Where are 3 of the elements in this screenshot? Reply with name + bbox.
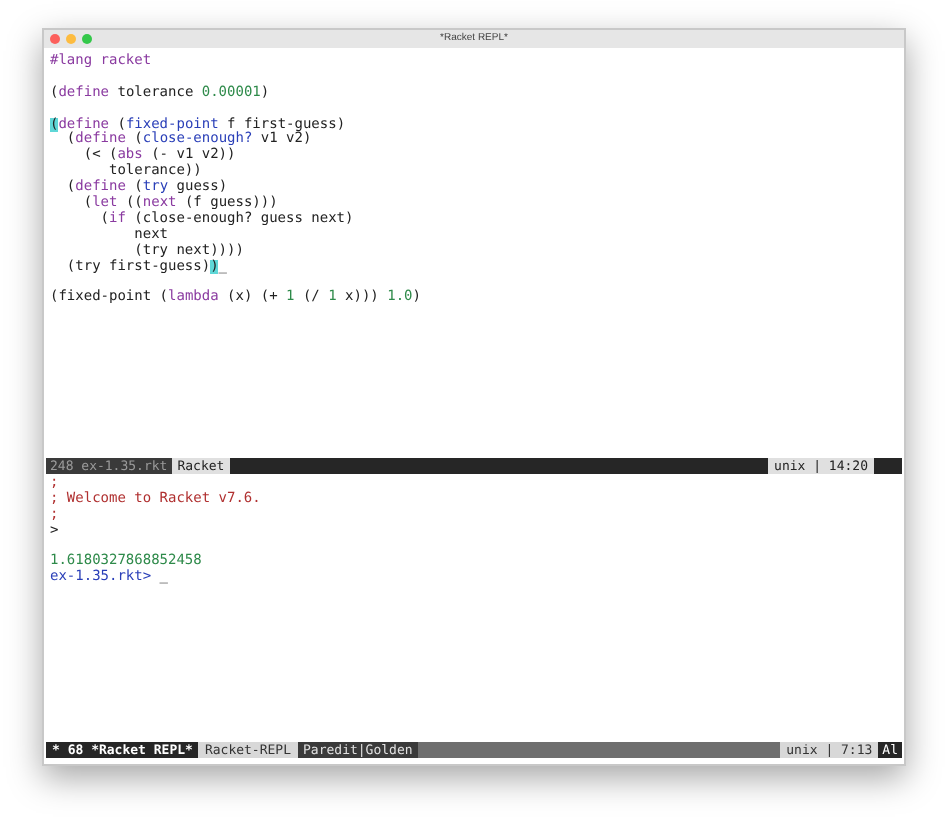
minimize-icon[interactable] bbox=[66, 34, 76, 44]
close-icon[interactable] bbox=[50, 34, 60, 44]
zoom-icon[interactable] bbox=[82, 34, 92, 44]
